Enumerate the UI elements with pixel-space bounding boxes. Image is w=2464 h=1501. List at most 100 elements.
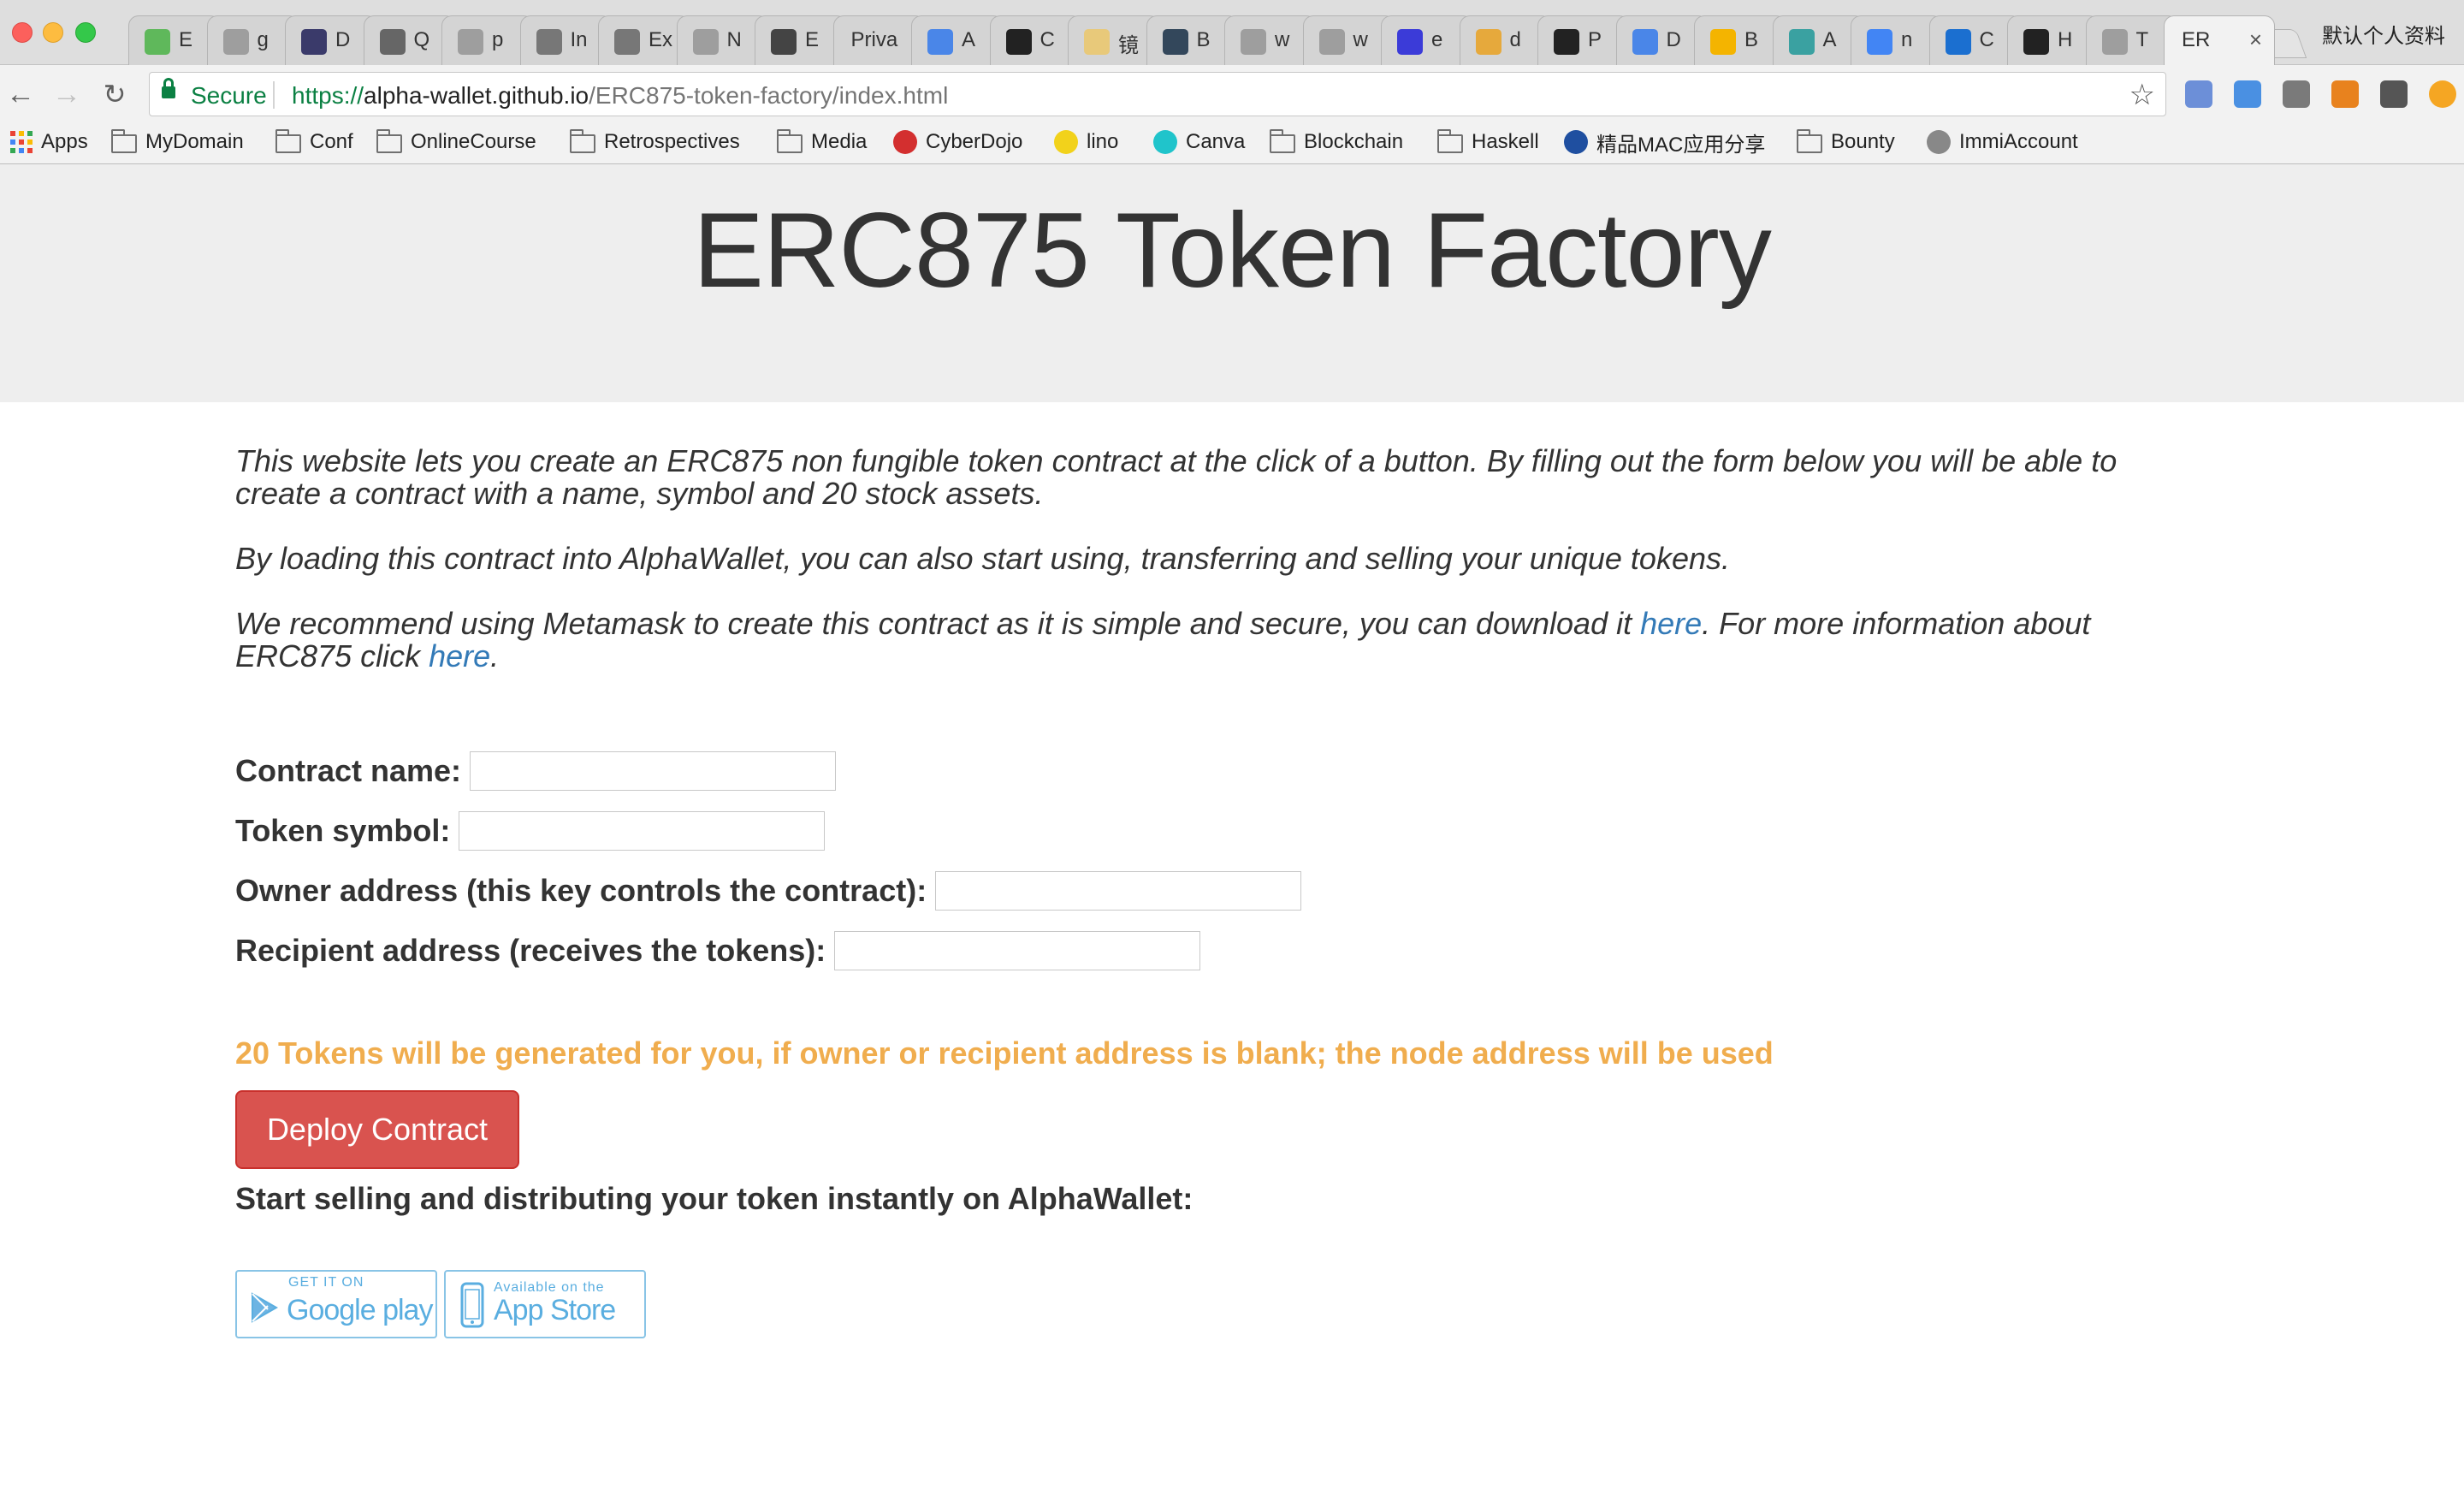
intro-3-text-c: . xyxy=(490,638,500,673)
back-arrow-icon[interactable]: ← xyxy=(3,77,38,111)
bookmarks-bar: Apps MyDomain Conf OnlineCourse Retrospectiv… xyxy=(0,123,2464,164)
google-play-small-text: GET IT ON xyxy=(288,1275,364,1290)
tab-label: P xyxy=(1588,28,1602,51)
active-tab[interactable]: ER × xyxy=(2164,15,2275,65)
bookmark-label: Canva xyxy=(1186,130,1246,153)
recipient-address-input[interactable] xyxy=(834,931,1201,970)
address-bar[interactable]: Secure https://alpha-wallet.github.io/ER… xyxy=(149,72,2166,116)
url-path: /ERC875-token-factory/index.html xyxy=(589,82,949,109)
erc875-info-link[interactable]: here xyxy=(429,638,490,673)
bookmark-item[interactable]: Bounty xyxy=(1797,127,1895,157)
kotlin-icon xyxy=(1945,29,1971,55)
deploy-contract-button[interactable]: Deploy Contract xyxy=(235,1090,519,1169)
bookmark-item[interactable]: MyDomain xyxy=(111,127,244,157)
tab-label: D xyxy=(1666,28,1681,51)
forward-arrow-icon[interactable]: → xyxy=(50,77,84,111)
bookmark-label: MyDomain xyxy=(145,130,244,153)
tab-label: p xyxy=(492,28,504,51)
token-generation-notice: 20 Tokens will be generated for you, if … xyxy=(235,1035,1774,1071)
folder-icon xyxy=(777,128,803,153)
tab-label: C xyxy=(1979,28,1994,51)
tab-label: w xyxy=(1275,28,1290,51)
orange-extension-icon[interactable] xyxy=(2429,80,2456,108)
docs-icon xyxy=(1632,29,1658,55)
tab-label: C xyxy=(1040,28,1055,51)
bookmark-star-icon[interactable]: ☆ xyxy=(2129,78,2155,112)
lock-icon xyxy=(162,78,175,98)
close-window-button[interactable] xyxy=(12,22,33,43)
page-icon xyxy=(692,29,719,55)
hexagon-icon xyxy=(1788,29,1815,55)
bookmark-label: 精品MAC应用分享 xyxy=(1596,133,1766,157)
tab-label: A xyxy=(1822,28,1837,51)
c-extension-icon[interactable] xyxy=(2380,80,2408,108)
b-icon xyxy=(1162,29,1188,55)
google-play-big-text: Google play xyxy=(287,1294,433,1326)
truffle-icon xyxy=(379,29,406,55)
address-bar-separator xyxy=(273,81,275,109)
bookmark-label: ImmiAccount xyxy=(1959,130,2078,153)
app-store-badge[interactable]: Available on the App Store xyxy=(444,1270,646,1338)
page-icon xyxy=(458,29,483,55)
profile-name[interactable]: 默认个人资料 xyxy=(2322,19,2445,49)
bookmark-item[interactable]: Haskell xyxy=(1437,127,1539,157)
bookmark-item[interactable]: ImmiAccount xyxy=(1927,127,2078,157)
reload-icon[interactable]: ↻ xyxy=(98,77,132,111)
bookmark-item[interactable]: Conf xyxy=(275,127,353,157)
maximize-window-button[interactable] xyxy=(75,22,96,43)
intro-3-text-a: We recommend using Metamask to create th… xyxy=(235,606,1641,641)
contract-name-row: Contract name: xyxy=(235,750,837,792)
translate-icon[interactable] xyxy=(2185,80,2212,108)
bookmark-item[interactable]: CyberDojo xyxy=(893,127,1022,157)
bookmark-item[interactable]: Canva xyxy=(1153,127,1245,157)
folder-icon xyxy=(376,128,402,153)
token-symbol-input[interactable] xyxy=(459,811,826,851)
sell-heading: Start selling and distributing your toke… xyxy=(235,1181,1194,1216)
owner-address-label: Owner address (this key controls the con… xyxy=(235,873,927,908)
tab-label: N xyxy=(726,28,742,51)
bookmark-item[interactable]: Retrospectives xyxy=(570,127,740,157)
tab-label: In xyxy=(570,28,588,51)
tab-label: T xyxy=(2135,28,2149,51)
intro-paragraph-2: By loading this contract into AlphaWalle… xyxy=(235,541,1730,576)
bookmark-item[interactable]: Media xyxy=(777,127,867,157)
bookmark-label: OnlineCourse xyxy=(411,130,536,153)
metamask-icon[interactable] xyxy=(2331,80,2359,108)
minimize-window-button[interactable] xyxy=(43,22,63,43)
site-favicon-icon xyxy=(1054,130,1078,154)
tab-label: B xyxy=(1744,28,1759,51)
folder-icon xyxy=(1437,128,1463,153)
browser-toolbar: ← → ↻ Secure https://alpha-wallet.github… xyxy=(0,65,2464,123)
folder-icon xyxy=(1797,128,1822,153)
url-text[interactable]: https://alpha-wallet.github.io/ERC875-to… xyxy=(292,82,948,110)
page-icon xyxy=(222,29,249,55)
bookmark-item[interactable]: Apps xyxy=(10,127,88,157)
blue-extension-icon[interactable] xyxy=(2234,80,2261,108)
speaker-icon xyxy=(614,29,640,55)
site-favicon-icon xyxy=(1927,130,1951,154)
bookmark-item[interactable]: 精品MAC应用分享 xyxy=(1564,127,1765,157)
folder-icon xyxy=(275,128,301,153)
plr-icon xyxy=(1554,29,1579,55)
bookmark-item[interactable]: Blockchain xyxy=(1270,127,1403,157)
owner-address-input[interactable] xyxy=(935,871,1302,911)
main-content: This website lets you create an ERC875 n… xyxy=(235,445,2186,1338)
tab-label: E xyxy=(179,28,193,51)
bookmark-item[interactable]: lino xyxy=(1054,127,1118,157)
page-header: ERC875 Token Factory xyxy=(0,164,2464,402)
wave-icon xyxy=(1397,29,1423,55)
metamask-download-link[interactable]: here xyxy=(1640,606,1702,641)
tab-label: H xyxy=(2058,28,2073,51)
phone-icon xyxy=(460,1282,484,1328)
bookmark-item[interactable]: OnlineCourse xyxy=(376,127,536,157)
evernote-icon[interactable] xyxy=(2283,80,2310,108)
google-play-badge[interactable]: GET IT ON Google play xyxy=(235,1270,437,1338)
contract-name-input[interactable] xyxy=(470,751,837,791)
tab-label: Q xyxy=(413,28,430,51)
site-favicon-icon xyxy=(1564,130,1588,154)
url-scheme: https:// xyxy=(292,82,364,109)
bookmark-label: Apps xyxy=(41,130,88,153)
play-triangle-icon xyxy=(252,1292,279,1323)
close-tab-icon[interactable]: × xyxy=(2249,27,2262,53)
bookmark-label: Bounty xyxy=(1831,130,1895,153)
